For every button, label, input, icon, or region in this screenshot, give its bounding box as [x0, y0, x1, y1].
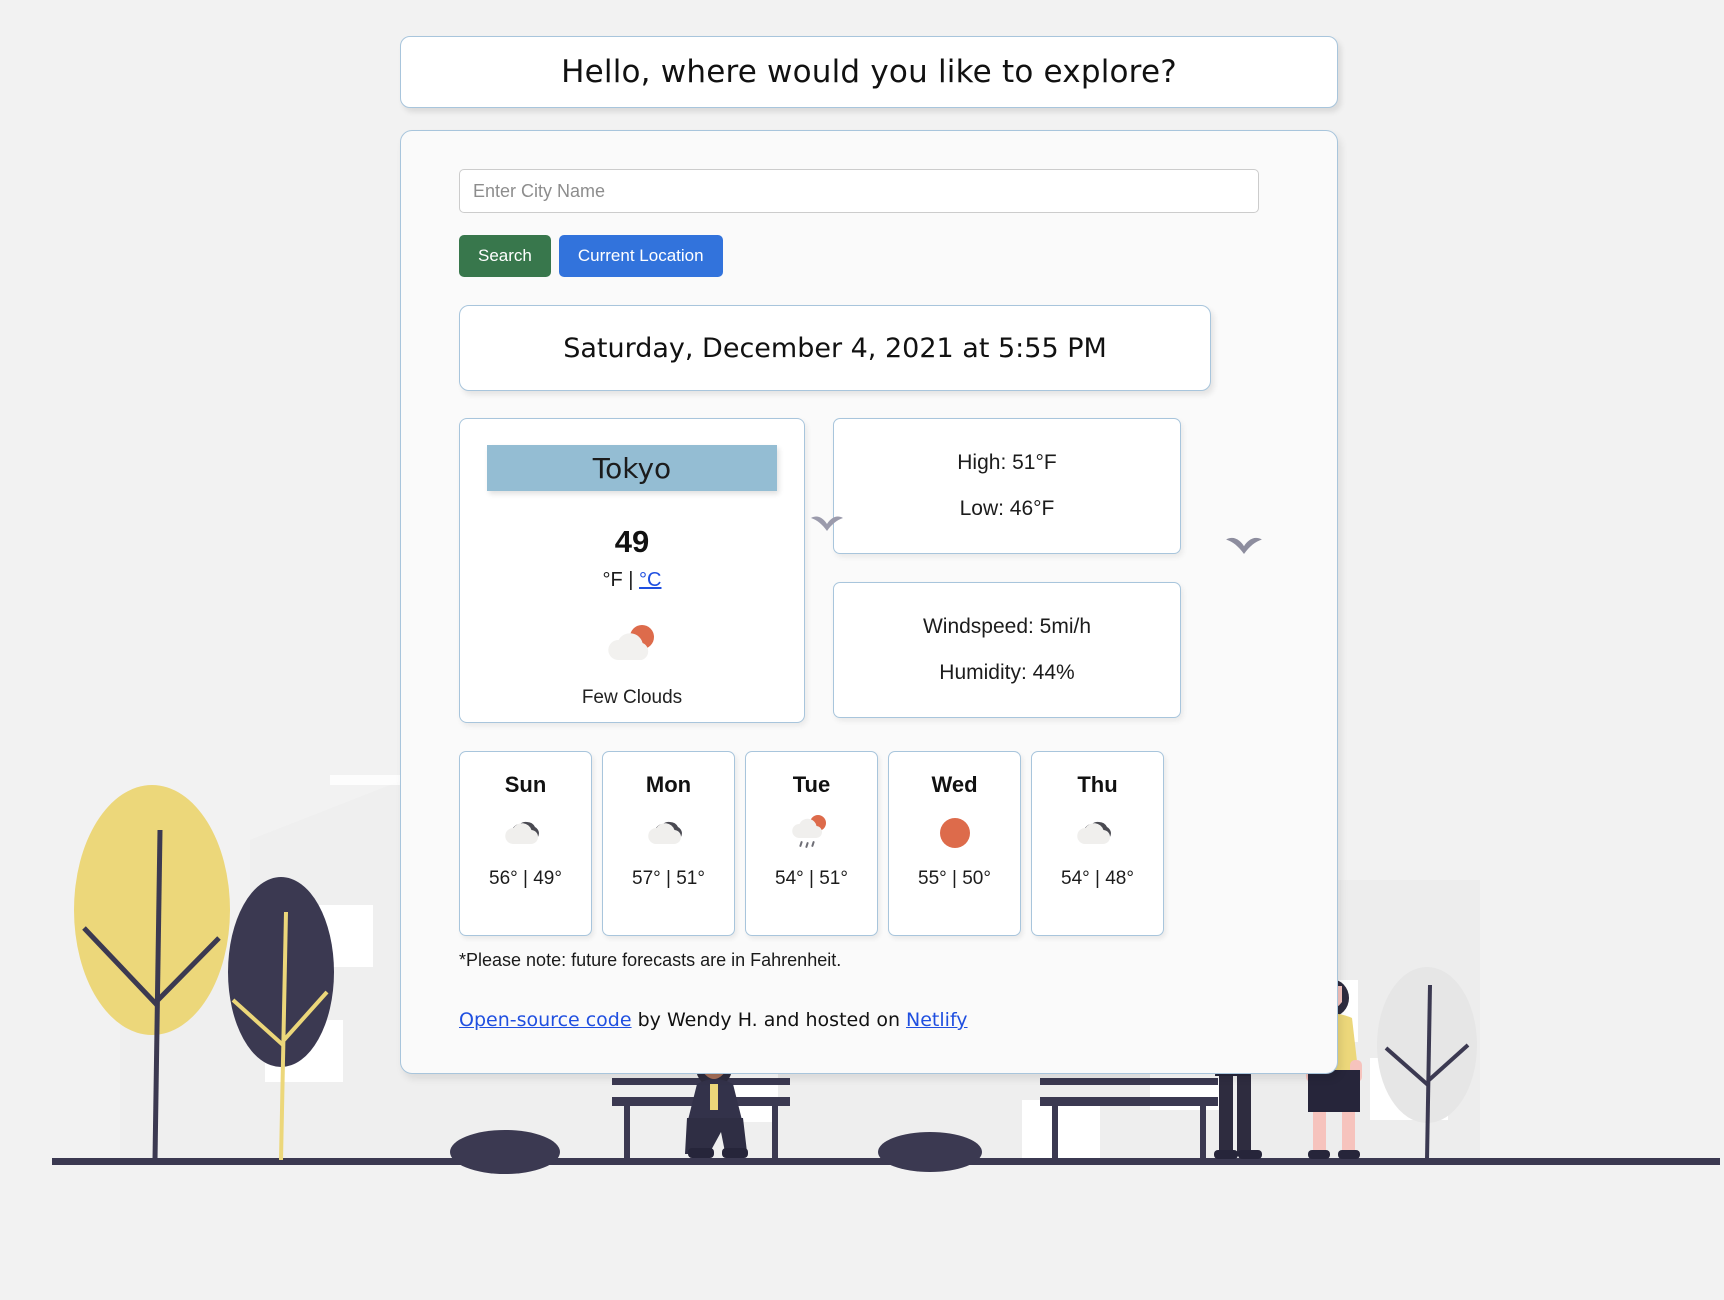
- forecast-temps: 54° | 48°: [1061, 868, 1134, 889]
- credits-line: Open-source code by Wendy H. and hosted …: [459, 1009, 1279, 1031]
- datetime-text: Saturday, December 4, 2021 at 5:55 PM: [563, 332, 1107, 364]
- forecast-day: Mon: [645, 772, 692, 797]
- forecast-card: Tue 54° | 51°: [745, 751, 878, 936]
- humidity: Humidity: 44%: [939, 661, 1075, 684]
- greeting-banner: Hello, where would you like to explore?: [400, 36, 1338, 108]
- condition-description: Few Clouds: [581, 687, 683, 708]
- forecast-card: Mon 57° | 51°: [602, 751, 735, 936]
- credits-middle-text: by Wendy H. and hosted on: [631, 1009, 907, 1031]
- forecast-temps: 54° | 51°: [775, 868, 848, 889]
- high-temp: High: 51°F: [957, 451, 1057, 474]
- broken-clouds-icon: [503, 812, 549, 854]
- city-search-input[interactable]: [459, 169, 1259, 213]
- current-conditions-row: Tokyo 49 °F | °C Few Clouds High: 51°F L…: [459, 418, 1279, 723]
- forecast-day: Thu: [1077, 772, 1118, 797]
- sun-cloud-rain-icon: [789, 812, 835, 854]
- weather-panel: Search Current Location Saturday, Decemb…: [400, 130, 1338, 1074]
- open-source-code-link[interactable]: Open-source code: [459, 1009, 632, 1031]
- forecast-temps: 57° | 51°: [632, 868, 705, 889]
- weather-app: Hello, where would you like to explore? …: [400, 36, 1338, 1074]
- wind-humidity-card: Windspeed: 5mi/h Humidity: 44%: [833, 582, 1181, 718]
- forecast-day: Sun: [504, 772, 547, 797]
- unit-toggle-row: °F | °C: [603, 569, 662, 592]
- windspeed: Windspeed: 5mi/h: [922, 615, 1092, 638]
- forecast-row: Sun 56° | 49° Mon 57° | 51° Tue 54° | 51…: [459, 751, 1279, 936]
- forecast-card: Wed 55° | 50°: [888, 751, 1021, 936]
- datetime-banner: Saturday, December 4, 2021 at 5:55 PM: [459, 305, 1211, 391]
- clear-sun-icon: [935, 812, 975, 854]
- netlify-link[interactable]: Netlify: [906, 1009, 968, 1031]
- current-location-button[interactable]: Current Location: [558, 235, 723, 277]
- broken-clouds-icon: [646, 812, 692, 854]
- forecast-temps: 55° | 50°: [918, 868, 991, 889]
- bird-icon: [811, 516, 843, 531]
- action-button-row: Search Current Location: [459, 235, 1279, 277]
- bush-left: [450, 1130, 560, 1174]
- bird-icon: [1226, 537, 1262, 555]
- unit-fahrenheit: °F: [602, 569, 623, 591]
- details-stack: High: 51°F Low: 46°F Windspeed: 5mi/h Hu…: [833, 418, 1181, 718]
- unit-separator: |: [622, 569, 640, 591]
- unit-celsius-link[interactable]: °C: [639, 569, 661, 591]
- broken-clouds-icon: [1075, 812, 1121, 854]
- forecast-note: *Please note: future forecasts are in Fa…: [459, 950, 842, 970]
- bush-mid: [878, 1132, 982, 1172]
- forecast-temps: 56° | 49°: [489, 868, 562, 889]
- greeting-text: Hello, where would you like to explore?: [561, 54, 1177, 90]
- city-name: Tokyo: [487, 445, 777, 491]
- low-temp: Low: 46°F: [959, 497, 1055, 520]
- current-temperature: 49: [614, 524, 650, 559]
- high-low-card: High: 51°F Low: 46°F: [833, 418, 1181, 554]
- forecast-card: Thu 54° | 48°: [1031, 751, 1164, 936]
- current-city-card: Tokyo 49 °F | °C Few Clouds: [459, 418, 805, 723]
- search-button[interactable]: Search: [459, 235, 551, 277]
- forecast-day: Tue: [792, 772, 831, 797]
- forecast-card: Sun 56° | 49°: [459, 751, 592, 936]
- cloud-sun-icon: [604, 622, 660, 671]
- forecast-day: Wed: [931, 772, 978, 797]
